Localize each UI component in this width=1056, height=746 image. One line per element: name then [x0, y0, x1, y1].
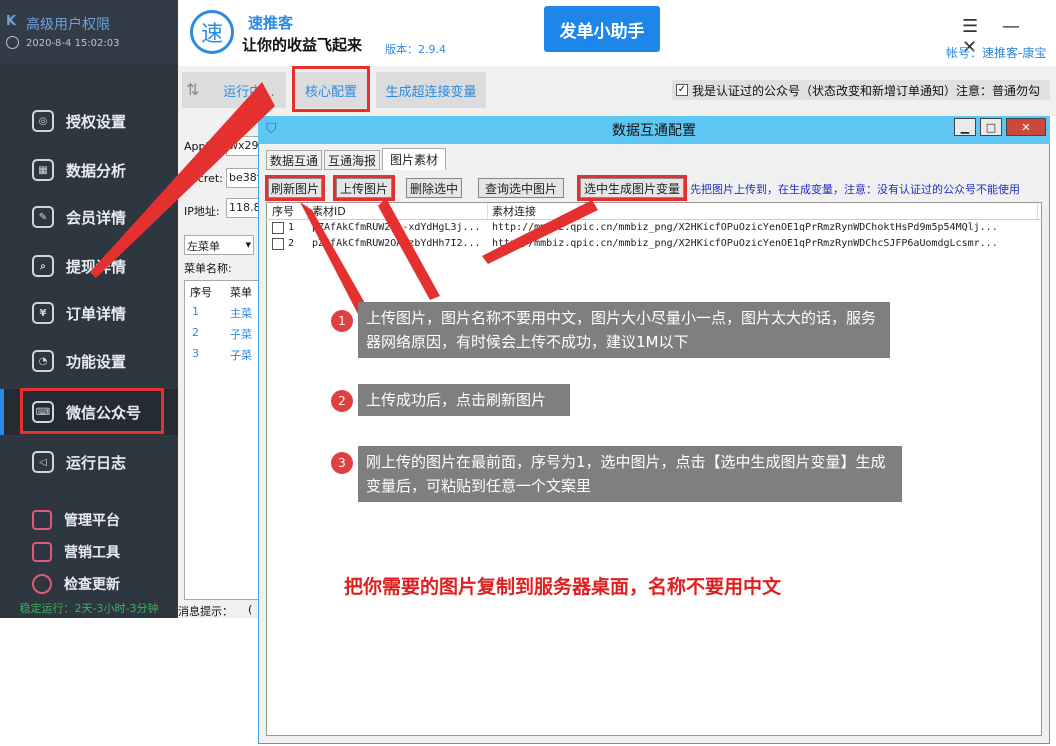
callout-step-1: 上传图片，图片名称不要用中文，图片大小尽量小一点，图片太大的话，服务器网络原因，…	[358, 302, 890, 358]
red-note: 把你需要的图片复制到服务器桌面，名称不要用中文	[344, 576, 782, 598]
step-badge: 2	[331, 390, 353, 412]
annotation-arrows	[90, 82, 598, 318]
arrow-to-core-config	[90, 82, 275, 278]
step-badge: 1	[331, 310, 353, 332]
callout-step-2: 上传成功后，点击刷新图片	[358, 384, 570, 416]
arrow-to-upload	[378, 198, 440, 300]
callout-step-3: 刚上传的图片在最前面，序号为1，选中图片，点击【选中生成图片变量】生成变量后，可…	[358, 446, 902, 502]
step-badge: 3	[331, 452, 353, 474]
arrow-to-generate	[482, 200, 598, 264]
arrow-to-refresh	[300, 202, 370, 318]
